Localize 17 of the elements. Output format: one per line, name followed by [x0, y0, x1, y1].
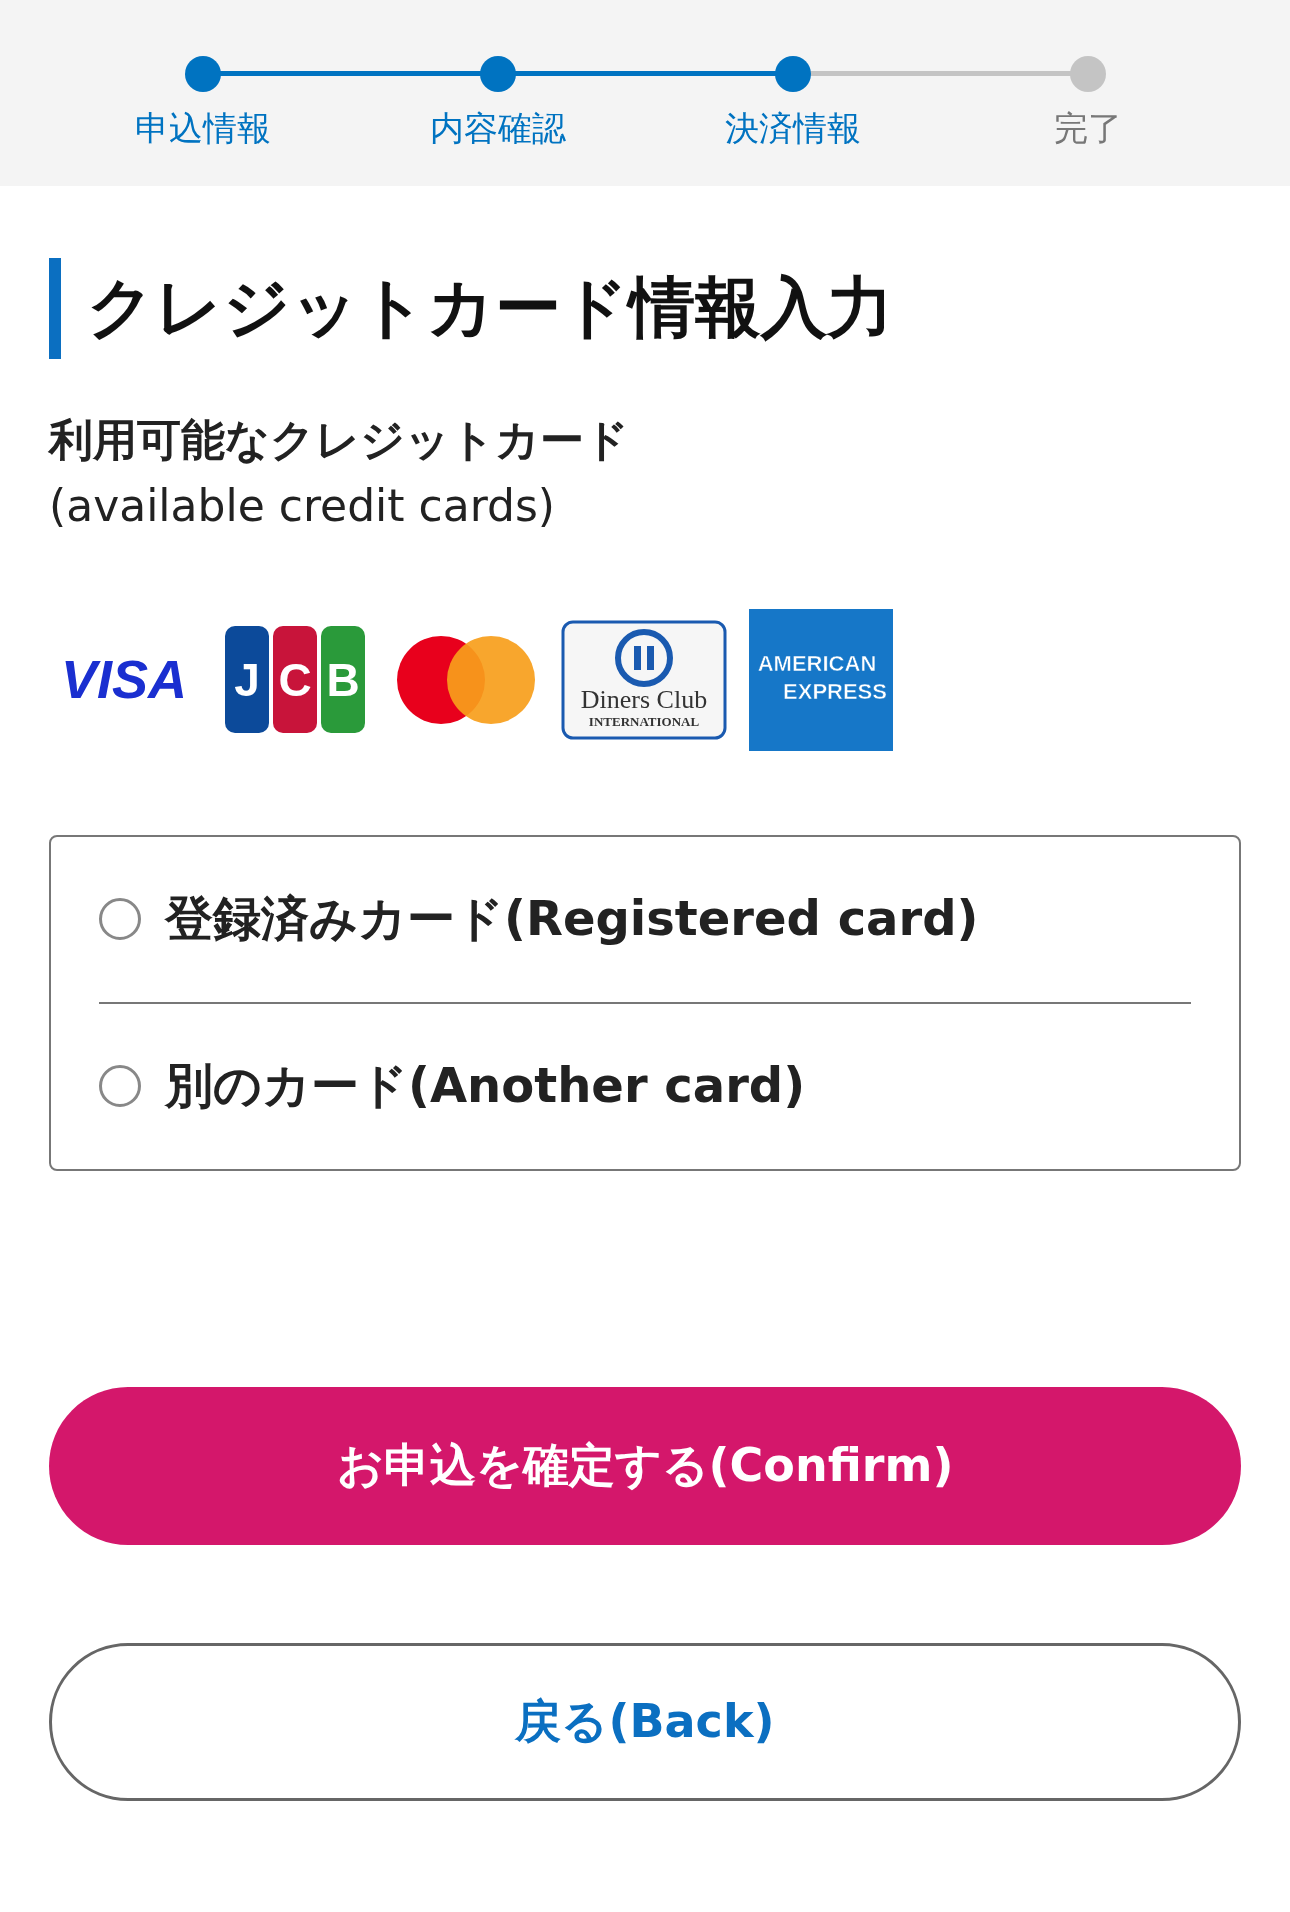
- step-label: 決済情報: [724, 107, 861, 150]
- step-label: 完了: [1053, 107, 1122, 150]
- option-label: 別のカード(Another card): [165, 1056, 806, 1116]
- section-title: (available credit cards): [49, 478, 557, 533]
- option-label: 登録済みカード(Registered card): [165, 889, 979, 949]
- confirm-button[interactable]: お申込を確定する(Confirm): [49, 1386, 1241, 1545]
- card-logo: VISA: [49, 639, 199, 720]
- card-logo: J C B: [221, 622, 371, 738]
- radio-button[interactable]: [99, 1065, 141, 1108]
- radio-button[interactable]: [99, 898, 141, 941]
- page-heading: クレジットカード情報入力: [49, 258, 1241, 359]
- step-label: 内容確認: [429, 107, 566, 150]
- step-label: 申込情報: [134, 107, 271, 150]
- back-button[interactable]: 戻る(Back): [49, 1642, 1241, 1801]
- section-title: 利用可能なクレジットカード: [49, 412, 630, 467]
- card-logo: Diners Club INTERNATIONAL: [561, 619, 727, 740]
- card-logo: AMERICAN EXPRESS: [749, 608, 893, 751]
